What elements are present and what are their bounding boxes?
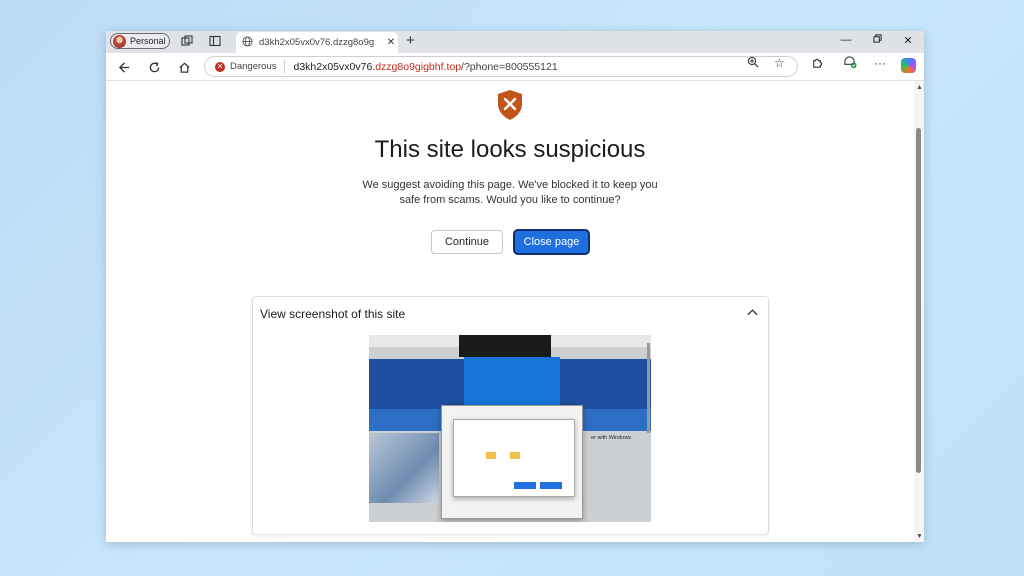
warning-shield-icon — [498, 90, 522, 120]
tab-bar: Personal d3kh2x05vx0v76.dzzg8o9g ✕ + — ✕ — [106, 31, 924, 53]
close-window-icon[interactable]: ✕ — [899, 34, 917, 47]
favorite-star-icon[interactable]: ☆ — [774, 56, 785, 70]
chevron-up-icon[interactable] — [747, 305, 758, 319]
scroll-down-icon[interactable]: ▼ — [916, 533, 923, 540]
new-tab-icon[interactable]: + — [406, 33, 415, 49]
extensions-icon[interactable] — [811, 56, 824, 72]
screenshot-panel-title[interactable]: View screenshot of this site — [260, 307, 405, 321]
active-tab[interactable]: d3kh2x05vx0v76.dzzg8o9g ✕ — [236, 32, 398, 53]
globe-icon — [242, 34, 253, 52]
screenshot-panel: View screenshot of this site er with Win… — [252, 296, 769, 535]
scroll-up-icon[interactable]: ▲ — [916, 84, 923, 91]
screenshot-side-text: er with Windows — [591, 435, 632, 441]
screenshot-scrollbar — [647, 343, 650, 433]
url-host: d3kh2x05vx0v76. — [293, 60, 376, 73]
site-screenshot-image: er with Windows — [369, 335, 651, 522]
screenshot-button — [540, 482, 562, 489]
warning-description: We suggest avoiding this page. We've blo… — [362, 179, 658, 206]
screenshot-fake-alert — [453, 419, 575, 497]
home-icon[interactable] — [175, 58, 193, 76]
screenshot-photo — [369, 433, 439, 503]
refresh-icon[interactable] — [145, 58, 163, 76]
avatar — [113, 34, 126, 48]
profile-label: Personal — [130, 36, 166, 46]
site-security-indicator[interactable]: ✕ Dangerous — [205, 59, 286, 74]
copilot-icon[interactable] — [901, 58, 916, 73]
tab-title: d3kh2x05vx0v76.dzzg8o9g — [259, 37, 375, 48]
scroll-thumb[interactable] — [916, 128, 921, 473]
folder-icon — [486, 452, 496, 459]
url-path: /?phone=800555121 — [461, 60, 558, 73]
url-domain: dzzg8o9gigbhf.top — [375, 60, 462, 73]
browser-window: Personal d3kh2x05vx0v76.dzzg8o9g ✕ + — ✕ — [106, 31, 924, 542]
screenshot-black-popup — [459, 335, 551, 357]
tab-close-icon[interactable]: ✕ — [384, 37, 398, 48]
profile-button[interactable]: Personal — [110, 33, 170, 49]
page-content: This site looks suspicious We suggest av… — [106, 81, 914, 542]
url-text[interactable]: d3kh2x05vx0v76.dzzg8o9gigbhf.top/?phone=… — [293, 61, 557, 73]
workspaces-icon[interactable] — [180, 34, 194, 48]
address-toolbar: ✕ Dangerous d3kh2x05vx0v76.dzzg8o9gigbhf… — [106, 53, 924, 81]
close-page-button[interactable]: Close page — [514, 230, 589, 254]
page-title: This site looks suspicious — [374, 136, 646, 163]
folder-icon — [510, 452, 520, 459]
panel-divider — [252, 534, 767, 542]
zoom-icon[interactable] — [747, 56, 759, 71]
danger-icon: ✕ — [215, 61, 225, 72]
danger-label: Dangerous — [230, 61, 277, 72]
screenshot-button — [514, 482, 536, 489]
back-icon[interactable] — [115, 58, 133, 76]
continue-button[interactable]: Continue — [431, 230, 503, 254]
address-bar[interactable]: ✕ Dangerous d3kh2x05vx0v76.dzzg8o9gigbhf… — [204, 56, 798, 77]
restore-icon[interactable] — [868, 34, 886, 46]
page-scrollbar[interactable]: ▲ ▼ — [914, 81, 924, 542]
minimize-icon[interactable]: — — [837, 34, 855, 46]
vertical-tabs-icon[interactable] — [208, 34, 222, 48]
more-options-icon[interactable]: ··· — [874, 56, 886, 70]
browser-essentials-icon[interactable] — [843, 56, 857, 72]
